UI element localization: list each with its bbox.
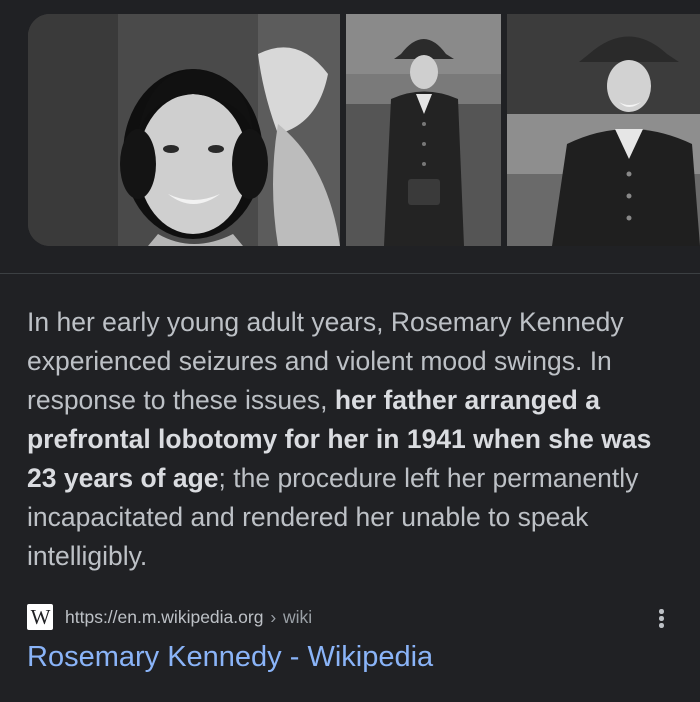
image-thumbnail-outdoors[interactable] — [507, 14, 700, 246]
source-url[interactable]: https://en.m.wikipedia.org › wiki — [65, 605, 312, 629]
source-domain: https://en.m.wikipedia.org — [65, 607, 264, 627]
breadcrumb-path: wiki — [283, 607, 313, 627]
image-thumbnail-full-length[interactable] — [346, 14, 501, 246]
wikipedia-favicon-icon: W — [27, 604, 53, 630]
full-length-photo — [346, 14, 501, 246]
breadcrumb-separator: › — [270, 607, 277, 627]
portrait-photo — [28, 14, 340, 246]
image-thumbnail-portrait[interactable] — [28, 14, 340, 246]
image-carousel — [0, 0, 700, 262]
divider — [0, 273, 700, 274]
featured-snippet-text: In her early young adult years, Rosemary… — [27, 303, 677, 576]
more-options-icon[interactable] — [649, 600, 673, 636]
result-title-link[interactable]: Rosemary Kennedy - Wikipedia — [27, 637, 433, 677]
outdoors-photo — [507, 14, 700, 246]
source-row: W https://en.m.wikipedia.org › wiki — [27, 600, 673, 636]
